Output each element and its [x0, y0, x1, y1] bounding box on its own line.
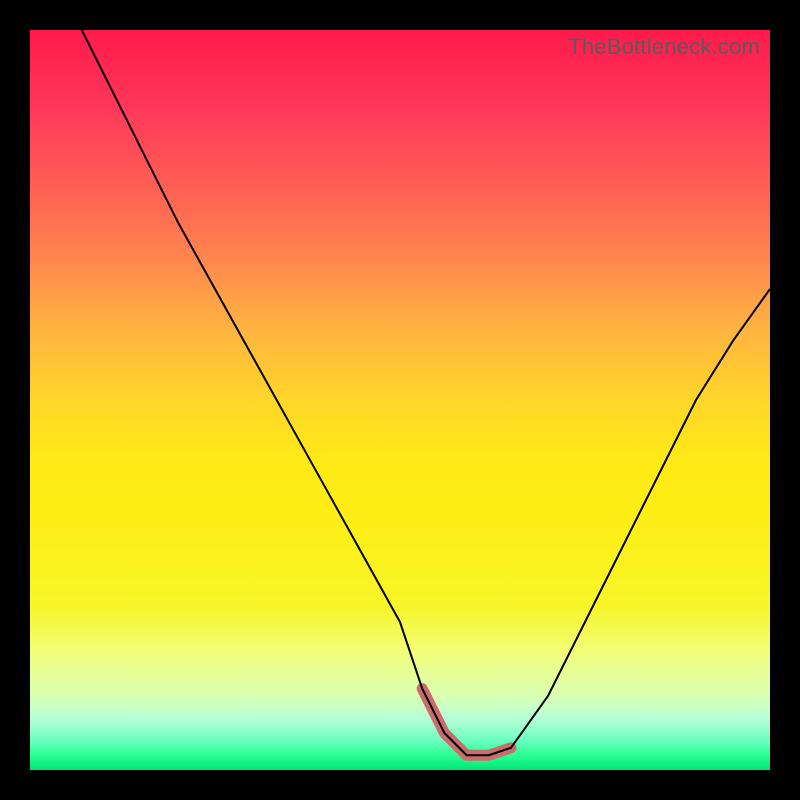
optimal-range-highlight — [422, 689, 511, 756]
chart-frame: TheBottleneck.com — [0, 0, 800, 800]
curve-layer — [30, 30, 770, 770]
bottleneck-curve — [82, 30, 770, 755]
plot-area: TheBottleneck.com — [30, 30, 770, 770]
